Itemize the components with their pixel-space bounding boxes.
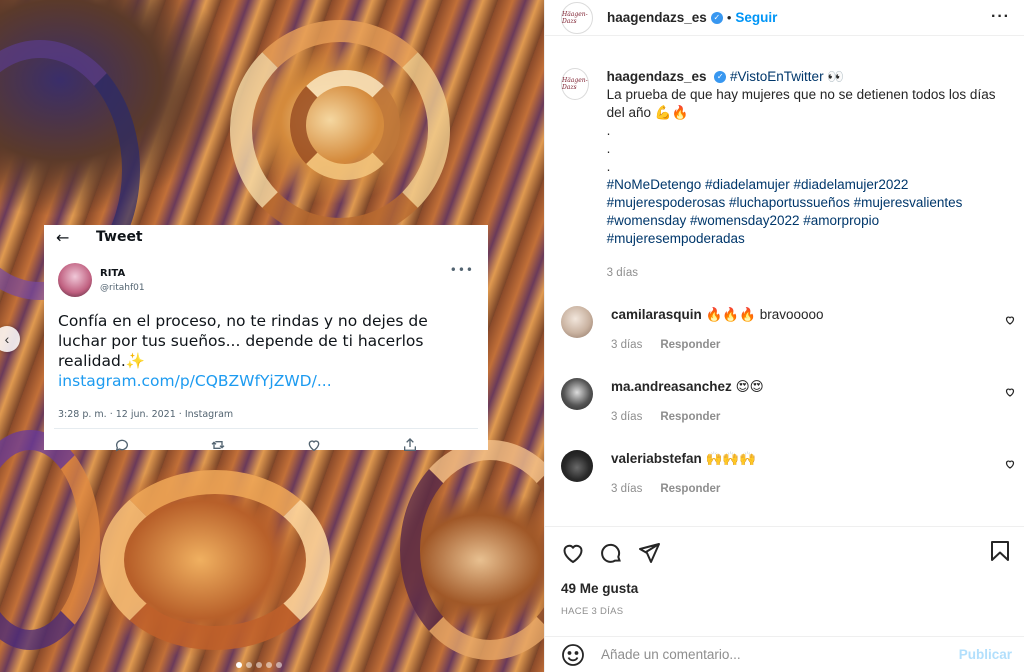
tweet-author-name: RITA — [100, 267, 126, 279]
heart-icon[interactable] — [1004, 314, 1016, 326]
arrow-left-icon: ← — [56, 227, 70, 247]
more-options-icon[interactable]: ··· — [991, 8, 1010, 26]
verified-icon: ✓ — [710, 11, 723, 24]
comment-text: 😍😍 — [735, 379, 764, 394]
post-media: ← Tweet RITA @ritahf01 ••• Confía en el … — [0, 0, 544, 672]
comment-text: 🔥🔥🔥 bravooooo — [705, 307, 824, 322]
tweet-body: Confía en el proceso, no te rindas y no … — [58, 312, 428, 370]
reply-button[interactable]: Responder — [660, 339, 720, 351]
likes-count[interactable]: 49 Me gusta — [561, 581, 1012, 596]
carousel-dot — [256, 662, 262, 668]
follow-button[interactable]: Seguir — [735, 10, 777, 25]
brand-logo-text: Häagen-Dazs — [562, 77, 588, 91]
avatar[interactable]: Häagen-Dazs — [561, 1, 593, 34]
avatar[interactable] — [561, 306, 593, 338]
more-icon: ••• — [449, 263, 474, 277]
tweet-card: ← Tweet RITA @ritahf01 ••• Confía en el … — [44, 225, 488, 452]
tweet-text: Confía en el proceso, no te rindas y no … — [44, 297, 488, 391]
tweet-author: RITA @ritahf01 ••• — [44, 249, 488, 297]
caption: Häagen-Dazs haagendazs_es ✓ #VistoEnTwit… — [545, 56, 1024, 282]
caption-dot: . — [606, 123, 611, 138]
tweet-actions — [44, 429, 488, 461]
comment-time: 3 días — [611, 411, 643, 423]
tweet-author-handle: @ritahf01 — [100, 282, 145, 293]
comment-item: ma.andreasanchez 😍😍 3 días Responder — [545, 378, 1024, 426]
comment-body: ma.andreasanchez 😍😍 3 días Responder — [611, 378, 764, 426]
caption-time: 3 días — [606, 267, 638, 279]
carousel-dot — [246, 662, 252, 668]
dot-separator: • — [726, 10, 732, 25]
caption-text: La prueba de que hay mujeres que no se d… — [606, 87, 996, 120]
decor-swirl — [100, 470, 330, 650]
comment-item: valeriabstefan 🙌🙌🙌 3 días Responder — [545, 450, 1024, 498]
decor-swirl — [0, 430, 100, 650]
comment-username[interactable]: ma.andreasanchez — [611, 379, 732, 394]
comment-username[interactable]: camilarasquin — [611, 307, 702, 322]
tweet-link: instagram.com/p/CQBZWfYjZWD/... — [58, 372, 332, 390]
reply-icon — [115, 439, 128, 452]
carousel-dot — [276, 662, 282, 668]
bookmark-button[interactable] — [988, 539, 1012, 568]
add-comment-bar: Publicar — [545, 636, 1024, 672]
comments-list[interactable]: Häagen-Dazs haagendazs_es ✓ #VistoEnTwit… — [545, 56, 1024, 526]
heart-icon — [308, 440, 320, 452]
chevron-left-icon: ‹ — [4, 331, 10, 347]
carousel-dots — [236, 662, 282, 668]
verified-icon: ✓ — [714, 71, 727, 84]
tweet-header: ← Tweet — [44, 225, 488, 249]
avatar[interactable] — [561, 378, 593, 410]
post-actions: 49 Me gusta HACE 3 DÍAS — [545, 526, 1024, 617]
avatar[interactable] — [561, 450, 593, 482]
tweet-meta: 3:28 p. m. · 12 jun. 2021 · Instagram — [54, 391, 478, 429]
bookmark-icon — [991, 540, 1009, 561]
share-icon — [404, 438, 416, 451]
tweet-avatar — [58, 263, 92, 297]
post-header: Häagen-Dazs haagendazs_es ✓ • Seguir ··· — [545, 0, 1024, 36]
caption-dot: . — [606, 159, 611, 174]
tweet-title: Tweet — [96, 229, 143, 245]
like-icon[interactable] — [561, 541, 585, 565]
comment-item: camilarasquin 🔥🔥🔥 bravooooo 3 días Respon… — [545, 306, 1024, 354]
caption-username[interactable]: haagendazs_es — [607, 69, 707, 84]
comment-input[interactable] — [601, 647, 959, 662]
comment-icon[interactable] — [599, 541, 623, 565]
caption-dot: . — [606, 141, 611, 156]
emoji-icon[interactable] — [561, 643, 585, 667]
carousel-dot — [266, 662, 272, 668]
retweet-icon — [211, 441, 225, 449]
comment-username[interactable]: valeriabstefan — [611, 451, 702, 466]
actions-row — [561, 539, 1012, 568]
carousel-prev-button[interactable]: ‹ — [0, 326, 20, 352]
comment-body: camilarasquin 🔥🔥🔥 bravooooo 3 días Respon… — [611, 306, 824, 354]
post-panel: Häagen-Dazs haagendazs_es ✓ • Seguir ···… — [544, 0, 1024, 672]
caption-hashtags[interactable]: #NoMeDetengo #diadelamujer #diadelamujer… — [607, 176, 1008, 248]
heart-icon[interactable] — [1004, 458, 1016, 470]
avatar[interactable]: Häagen-Dazs — [561, 68, 589, 100]
reply-button[interactable]: Responder — [660, 411, 720, 423]
decor-swirl — [400, 440, 544, 660]
carousel-dot — [236, 662, 242, 668]
caption-tag[interactable]: #VistoEnTwitter 👀 — [730, 69, 844, 84]
decor-swirl — [290, 70, 400, 180]
share-icon[interactable] — [637, 541, 661, 565]
comment-time: 3 días — [611, 483, 643, 495]
comment-body: valeriabstefan 🙌🙌🙌 3 días Responder — [611, 450, 756, 498]
publish-button[interactable]: Publicar — [959, 647, 1012, 662]
reply-button[interactable]: Responder — [660, 483, 720, 495]
comment-time: 3 días — [611, 339, 643, 351]
caption-body: haagendazs_es ✓ #VistoEnTwitter 👀 La pru… — [607, 68, 1008, 282]
heart-icon[interactable] — [1004, 386, 1016, 398]
post-timestamp: HACE 3 DÍAS — [561, 606, 624, 617]
post-username[interactable]: haagendazs_es — [607, 10, 707, 25]
brand-logo-text: Häagen-Dazs — [562, 10, 588, 25]
comment-text: 🙌🙌🙌 — [705, 451, 756, 466]
